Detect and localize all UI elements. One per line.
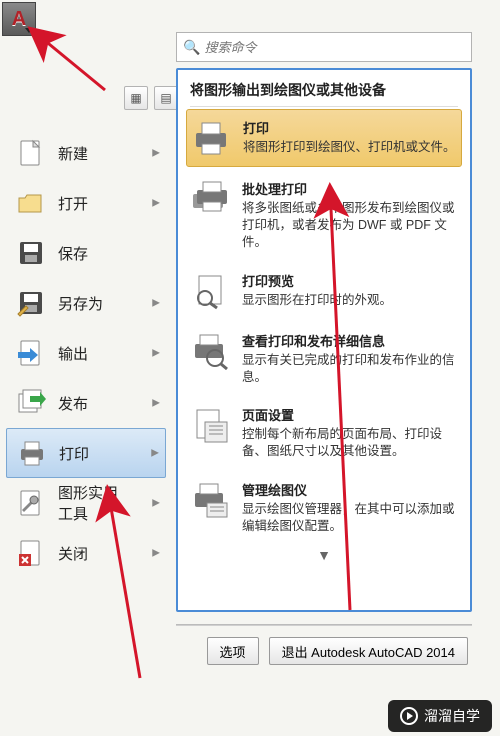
sidebar-item-publish[interactable]: 发布 ▶ <box>6 378 166 428</box>
flyout-header: 将图形输出到绘图仪或其他设备 <box>190 80 458 100</box>
dropdown-triangle-icon <box>25 28 33 33</box>
flyout-item-desc: 将图形打印到绘图仪、打印机或文件。 <box>243 139 457 156</box>
chevron-right-icon: ▶ <box>152 198 160 209</box>
flyout-item-print[interactable]: 打印 将图形打印到绘图仪、打印机或文件。 <box>186 109 462 167</box>
flyout-item-print-preview[interactable]: 打印预览 显示图形在打印时的外观。 <box>190 261 458 321</box>
flyout-item-plotter-manager[interactable]: 管理绘图仪 显示绘图仪管理器，在其中可以添加或编辑绘图仪配置。 <box>190 470 458 545</box>
export-icon <box>14 336 48 370</box>
flyout-more-indicator[interactable]: ▼ <box>190 545 458 563</box>
sidebar-item-label: 发布 <box>58 393 88 414</box>
sidebar-item-label: 输出 <box>58 343 88 364</box>
separator <box>176 624 472 626</box>
app-menu-sidebar: 新建 ▶ 打开 ▶ 保存 另存为 ▶ 输出 ▶ 发布 ▶ <box>6 128 166 578</box>
print-preview-icon <box>190 271 230 311</box>
chevron-right-icon: ▶ <box>152 548 160 559</box>
open-docs-button[interactable]: ▤ <box>154 86 178 110</box>
chevron-right-icon: ▶ <box>152 148 160 159</box>
close-icon <box>14 536 48 570</box>
sidebar-item-save[interactable]: 保存 <box>6 228 166 278</box>
sidebar-item-label: 另存为 <box>58 293 103 314</box>
tools-icon <box>14 486 48 520</box>
chevron-right-icon: ▶ <box>152 298 160 309</box>
sidebar-item-save-as[interactable]: 另存为 ▶ <box>6 278 166 328</box>
search-icon: 🔍 <box>183 39 200 56</box>
sidebar-item-label: 关闭 <box>58 543 88 564</box>
file-new-icon <box>14 136 48 170</box>
flyout-item-print-details[interactable]: 查看打印和发布详细信息 显示有关已完成的打印和发布作业的信息。 <box>190 321 458 396</box>
flyout-item-name: 打印预览 <box>242 271 458 290</box>
sidebar-item-label: 打开 <box>58 193 88 214</box>
flyout-item-desc: 显示有关已完成的打印和发布作业的信息。 <box>242 352 458 386</box>
flyout-item-page-setup[interactable]: 页面设置 控制每个新布局的页面布局、打印设备、图纸尺寸以及其他设置。 <box>190 395 458 470</box>
sidebar-item-utilities[interactable]: 图形实用 工具 ▶ <box>6 478 166 528</box>
plotter-manager-icon <box>190 480 230 520</box>
flyout-item-name: 批处理打印 <box>242 179 458 198</box>
flyout-item-name: 页面设置 <box>242 405 458 424</box>
chevron-right-icon: ▶ <box>152 498 160 509</box>
print-flyout-panel: 将图形输出到绘图仪或其他设备 打印 将图形打印到绘图仪、打印机或文件。 批处理打… <box>176 68 472 612</box>
printer-batch-icon <box>190 179 230 219</box>
publish-icon <box>14 386 48 420</box>
flyout-item-batch-plot[interactable]: 批处理打印 将多张图纸或多个图形发布到绘图仪或打印机，或者发布为 DWF 或 P… <box>190 169 458 261</box>
chevron-right-icon: ▶ <box>152 398 160 409</box>
command-search[interactable]: 🔍 <box>176 32 472 62</box>
chevron-right-icon: ▶ <box>152 348 160 359</box>
app-menu-button[interactable]: A <box>2 2 36 36</box>
watermark-badge: 溜溜自学 <box>388 700 492 732</box>
flyout-item-desc: 显示绘图仪管理器，在其中可以添加或编辑绘图仪配置。 <box>242 501 458 535</box>
sidebar-item-label: 新建 <box>58 143 88 164</box>
flyout-item-desc: 将多张图纸或多个图形发布到绘图仪或打印机，或者发布为 DWF 或 PDF 文件。 <box>242 200 458 251</box>
search-input[interactable] <box>204 40 465 55</box>
sidebar-item-open[interactable]: 打开 ▶ <box>6 178 166 228</box>
flyout-item-name: 打印 <box>243 118 457 137</box>
print-details-icon <box>190 331 230 371</box>
watermark-text: 溜溜自学 <box>424 706 480 726</box>
folder-open-icon <box>14 186 48 220</box>
sidebar-item-close[interactable]: 关闭 ▶ <box>6 528 166 578</box>
sidebar-item-label: 图形实用 工具 <box>58 482 118 524</box>
flyout-item-desc: 显示图形在打印时的外观。 <box>242 292 458 309</box>
print-icon <box>15 436 49 470</box>
flyout-item-name: 查看打印和发布详细信息 <box>242 331 458 350</box>
save-icon <box>14 236 48 270</box>
sidebar-item-print[interactable]: 打印 ▶ <box>6 428 166 478</box>
sidebar-item-new[interactable]: 新建 ▶ <box>6 128 166 178</box>
save-as-icon <box>14 286 48 320</box>
exit-button[interactable]: 退出 Autodesk AutoCAD 2014 <box>269 637 468 665</box>
chevron-right-icon: ▶ <box>151 448 159 459</box>
sidebar-item-label: 打印 <box>59 443 89 464</box>
flyout-item-name: 管理绘图仪 <box>242 480 458 499</box>
separator <box>190 106 458 107</box>
recent-docs-button[interactable]: ▦ <box>124 86 148 110</box>
app-menu-footer: 选项 退出 Autodesk AutoCAD 2014 <box>176 632 472 670</box>
printer-icon <box>191 118 231 158</box>
play-icon <box>400 707 418 725</box>
sidebar-item-label: 保存 <box>58 243 88 264</box>
sidebar-item-export[interactable]: 输出 ▶ <box>6 328 166 378</box>
mini-toolbar: ▦ ▤ <box>124 86 178 110</box>
page-setup-icon <box>190 405 230 445</box>
flyout-item-desc: 控制每个新布局的页面布局、打印设备、图纸尺寸以及其他设置。 <box>242 426 458 460</box>
options-button[interactable]: 选项 <box>207 637 259 665</box>
